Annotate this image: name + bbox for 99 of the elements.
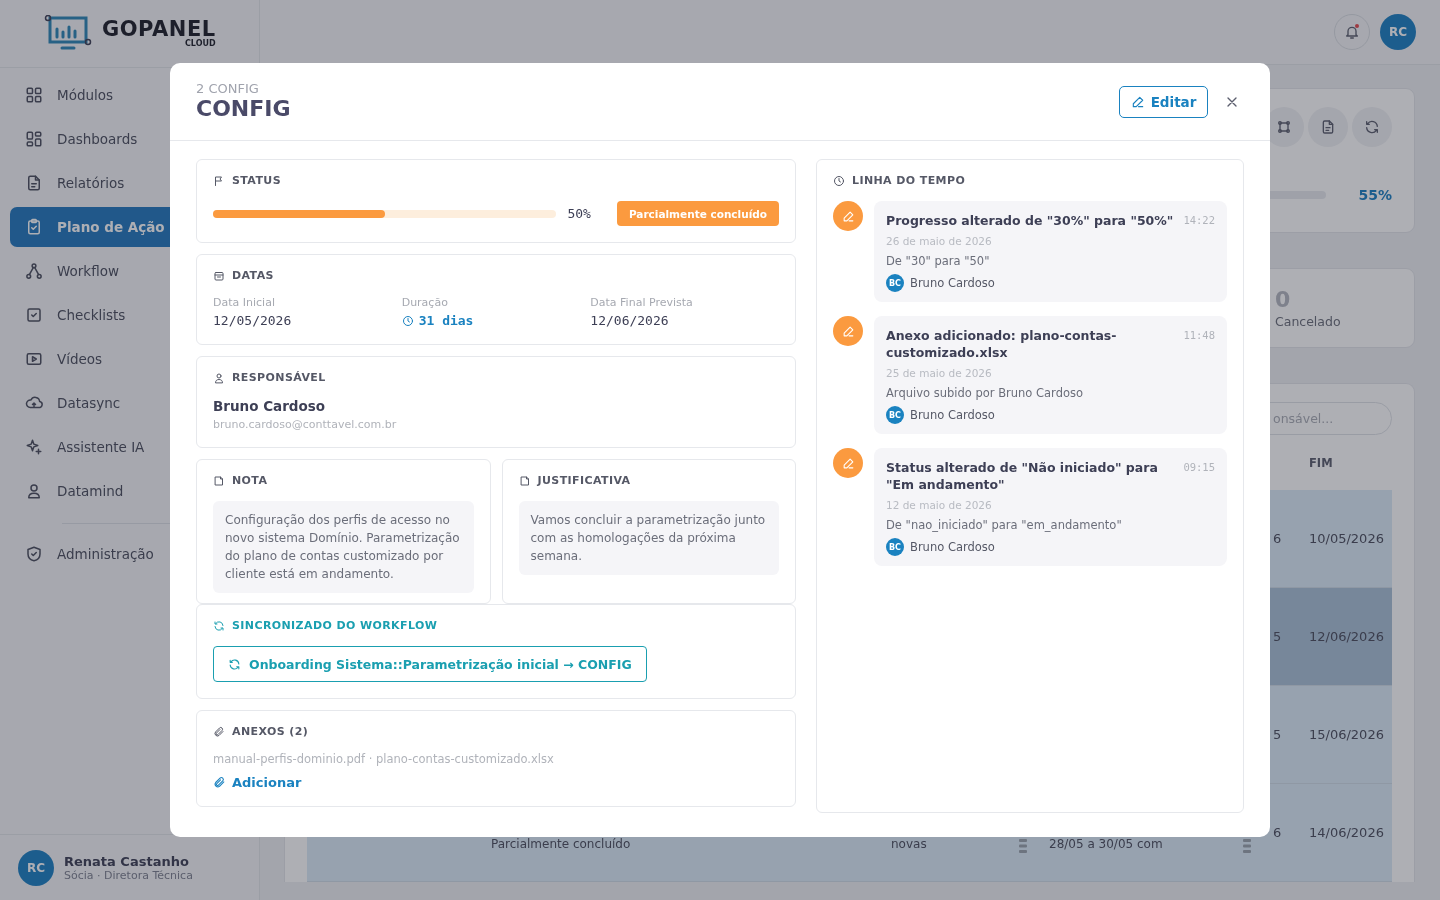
responsible-email: bruno.cardoso@conttavel.com.br xyxy=(213,418,398,431)
grip-icon xyxy=(1019,839,1027,853)
section-heading: NOTA xyxy=(232,474,268,487)
event-date: 12 de maio de 2026 xyxy=(886,499,993,511)
dashboard-icon xyxy=(25,130,43,148)
document-button[interactable] xyxy=(1308,107,1348,147)
user-avatar[interactable]: RC xyxy=(18,849,54,886)
table-cell: Parcialmente concluído xyxy=(491,837,631,851)
grip-icon xyxy=(1243,839,1251,853)
logo-icon xyxy=(44,14,92,53)
sparkle-icon xyxy=(25,438,43,456)
table-cell-text: 5 xyxy=(1273,727,1283,742)
event-detail: De "nao_iniciado" para "em_andamento" xyxy=(886,518,1123,532)
author-name: Bruno Cardoso xyxy=(910,276,995,290)
event-title: Status alterado de "Não iniciado" para "Em andamento" xyxy=(886,459,1159,493)
status-badge: Parcialmente concluído xyxy=(616,201,779,226)
section-heading: LINHA DO TEMPO xyxy=(852,174,966,187)
table-cell: novas xyxy=(891,837,927,851)
event-date: 25 de maio de 2026 xyxy=(886,367,993,379)
date-label: Duração xyxy=(401,296,449,309)
pencil-icon xyxy=(841,456,855,470)
table-cell: 28/05 a 30/05 com xyxy=(1049,837,1163,851)
table-cell-text: 15/06/2026 xyxy=(1308,727,1385,742)
paperclip-icon xyxy=(213,776,226,789)
dialog-title: CONFIG xyxy=(196,96,292,122)
checkbox-icon xyxy=(25,306,43,324)
clock-icon xyxy=(833,174,845,187)
bell-icon xyxy=(1344,24,1360,40)
workflow-icon xyxy=(25,262,43,280)
progress-reading: 50% xyxy=(567,206,591,221)
sidebar-item[interactable]: Dashboards xyxy=(10,119,270,159)
pencil-icon xyxy=(841,324,855,338)
pencil-icon xyxy=(1130,94,1145,109)
section-heading: STATUS xyxy=(232,174,281,187)
duration-value: 31 dias xyxy=(418,313,474,328)
table-cell-text: 6 xyxy=(1273,825,1283,840)
table-cell-text: 10/05/2026 xyxy=(1308,531,1385,546)
user-name: Renata Castanho xyxy=(64,853,190,869)
progress-reading: 55% xyxy=(1358,187,1392,203)
table-cell-text: 5 xyxy=(1273,629,1283,644)
sync-icon xyxy=(228,657,241,671)
sync-icon xyxy=(1364,119,1380,135)
event-title: Progresso alterado de "30%" para "50%" xyxy=(886,212,1174,229)
date-value: 12/05/2026 xyxy=(213,313,292,328)
stat-label: Cancelado xyxy=(1275,314,1342,329)
event-time: 09:15 xyxy=(1183,460,1215,473)
person-icon xyxy=(213,371,225,384)
note-text: Vamos concluir a parametrização junto com as homologações da próxima semana. xyxy=(518,501,779,575)
event-date: 26 de maio de 2026 xyxy=(886,235,993,247)
event-detail: De "30" para "50" xyxy=(886,254,991,268)
play-icon xyxy=(25,350,43,368)
section-heading: JUSTIFICATIVA xyxy=(537,474,631,487)
note-icon xyxy=(213,474,225,487)
section-heading: SINCRONIZADO DO WORKFLOW xyxy=(232,619,438,632)
clipboard-icon xyxy=(25,218,43,236)
section-heading: RESPONSÁVEL xyxy=(232,371,326,384)
table-cell-text: 12/06/2026 xyxy=(1308,629,1385,644)
flag-icon xyxy=(213,174,225,187)
author-avatar: BC xyxy=(886,274,904,292)
calendar-icon xyxy=(213,269,225,282)
author-name: Bruno Cardoso xyxy=(910,540,995,554)
date-label: Data Final Prevista xyxy=(590,296,694,309)
note-text: Configuração dos perfis de acesso no novo sistema Domínio. Parametrização do plano de contas customizado por cliente está em andamento. xyxy=(213,501,474,593)
document-icon xyxy=(25,174,43,192)
dialog-subtitle: 2 CONFIG xyxy=(196,81,260,96)
column-header: FIM xyxy=(1308,455,1334,470)
pencil-icon xyxy=(841,209,855,223)
attachment-list: manual-perfis-dominio.pdf · plano-contas-customizado.xlsx xyxy=(213,752,779,766)
event-detail: Arquivo subido por Bruno Cardoso xyxy=(886,386,1084,400)
profile-avatar[interactable]: RC xyxy=(1380,14,1416,50)
date-label: Data Inicial xyxy=(213,296,276,309)
author-avatar: BC xyxy=(886,538,904,556)
paperclip-icon xyxy=(213,725,225,738)
event-time: 11:48 xyxy=(1183,328,1215,341)
event-title: Anexo adicionado: plano-contas-customizado.xlsx xyxy=(886,327,1118,361)
author-name: Bruno Cardoso xyxy=(910,408,995,422)
user-role: Sócia · Diretora Técnica xyxy=(64,868,193,882)
brand-subtitle: CLOUD xyxy=(185,40,216,48)
table-cell-text: 14/06/2026 xyxy=(1308,825,1385,840)
workflow-link[interactable]: Onboarding Sistema::Parametrização inicial → CONFIG xyxy=(213,646,647,682)
responsible-name: Bruno Cardoso xyxy=(213,398,327,414)
document-icon xyxy=(1320,119,1336,135)
event-time: 14:22 xyxy=(1183,213,1215,226)
frame-icon xyxy=(1276,119,1292,135)
note-icon xyxy=(518,474,531,487)
table-cell-text: 6 xyxy=(1273,531,1283,546)
brand-name: GOPANEL xyxy=(102,19,216,40)
sync-button[interactable] xyxy=(1352,107,1392,147)
date-value: 12/06/2026 xyxy=(590,313,669,328)
grid-icon xyxy=(25,86,43,104)
shield-icon xyxy=(25,545,43,563)
add-link[interactable]: Adicionar xyxy=(213,775,302,790)
clock-icon xyxy=(401,314,414,327)
sync-icon xyxy=(213,619,225,632)
author-avatar: BC xyxy=(886,406,904,424)
section-heading: DATAS xyxy=(232,269,274,282)
section-heading: ANEXOS (2) xyxy=(232,725,309,738)
edit-button[interactable]: Editar xyxy=(1119,85,1208,118)
person-icon xyxy=(25,482,43,500)
